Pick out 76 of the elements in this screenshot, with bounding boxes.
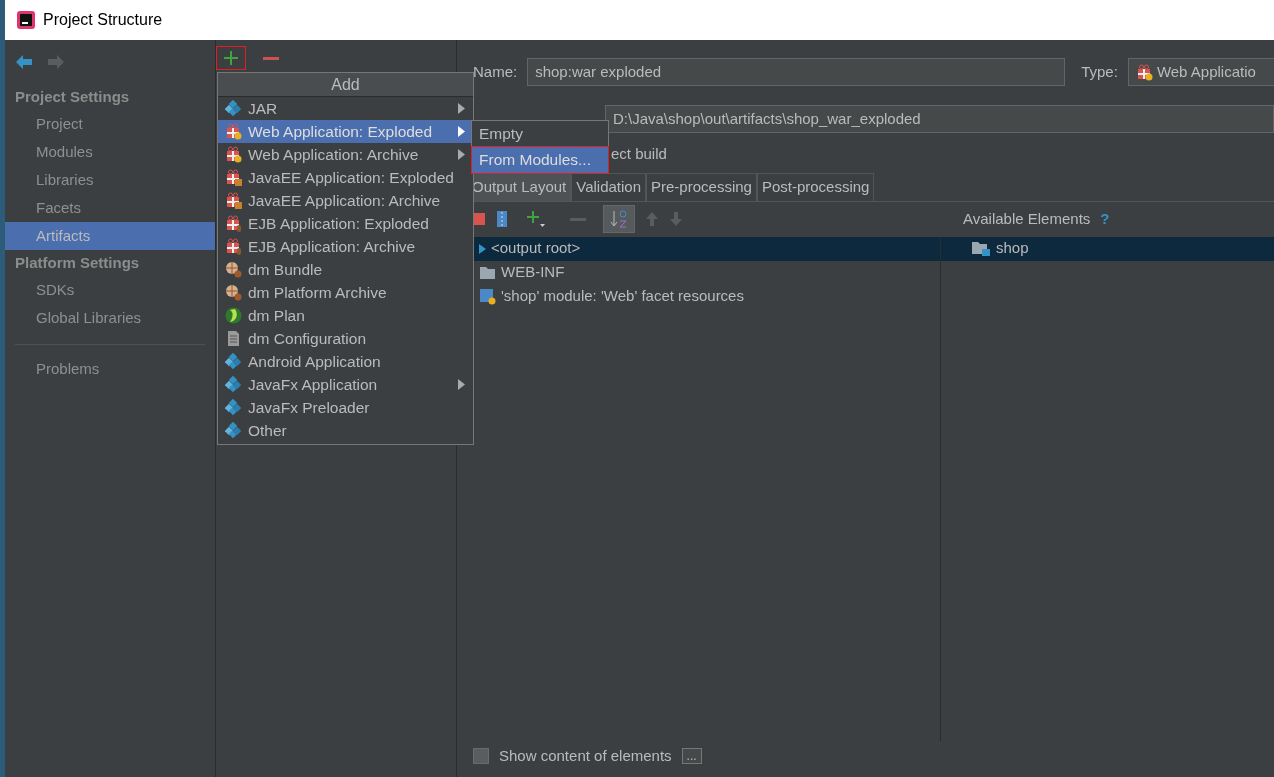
gift-icon [225,215,242,232]
expand-icon [479,243,486,254]
menu-item[interactable]: Web Application: Exploded [218,120,473,143]
sidebar-item[interactable]: Problems [5,355,215,383]
field-label: Type: [1081,61,1118,82]
menu-item[interactable]: EJB Application: Archive [218,235,473,258]
tree-item[interactable]: 'shop' module: 'Web' facet resources [501,285,744,308]
globe-icon [225,307,242,324]
sidebar-item[interactable]: SDKs [5,276,215,304]
section-heading: Project Settings [14,87,131,107]
forward-icon [47,54,65,70]
menu-item[interactable]: dm Plan [218,304,473,327]
tree-item[interactable]: <output root> [491,237,581,260]
more-button[interactable]: ... [681,748,702,764]
sort-button[interactable] [603,205,635,233]
gift-icon [225,192,242,209]
plus-icon [223,50,239,66]
down-icon [669,211,683,227]
help-icon[interactable]: ? [1100,207,1110,231]
checkbox-label: ect build [611,143,667,164]
sidebar-item[interactable]: Facets [5,194,215,222]
sidebar-item[interactable]: Libraries [5,166,215,194]
checkbox-label: Show content of elements [499,745,672,766]
tab[interactable]: Pre-processing [646,173,757,201]
sidebar-item[interactable]: Global Libraries [5,304,215,332]
gift-icon [1135,63,1153,81]
folder-icon [971,240,991,257]
tree-item[interactable]: shop [996,237,1029,260]
minus-icon [263,56,279,60]
menu-item[interactable]: JavaFx Application [218,373,473,396]
menu-item[interactable]: From Modules... [472,147,608,173]
gift-icon [225,123,242,140]
menu-item[interactable]: Empty [472,121,608,147]
document-icon [225,330,242,347]
bundle-icon [225,284,242,301]
sidebar-item[interactable]: Project [5,110,215,138]
archive-icon [495,210,509,228]
module-icon [479,288,496,305]
plus-icon [526,210,546,228]
sort-icon [610,209,628,229]
field-label: Name: [473,61,518,82]
name-field[interactable]: shop:war exploded [527,58,1066,86]
package-icon [225,353,242,370]
app-icon [17,11,35,29]
menu-item[interactable]: dm Configuration [218,327,473,350]
output-directory-field[interactable]: D:\Java\shop\out\artifacts\shop_war_exploded [605,105,1274,133]
add-button[interactable] [216,46,246,70]
menu-item[interactable]: JavaFx Preloader [218,396,473,419]
gift-icon [225,238,242,255]
package-icon [225,422,242,439]
menu-item[interactable]: JAR [218,97,473,120]
menu-item[interactable]: dm Platform Archive [218,281,473,304]
selected-row[interactable]: <output root> [473,236,940,261]
package-icon [225,399,242,416]
bundle-icon [225,261,242,278]
menu-item[interactable]: Android Application [218,350,473,373]
folder-icon [479,265,496,280]
checkbox[interactable] [473,748,489,764]
gift-icon [225,146,242,163]
tree-item[interactable]: WEB-INF [501,261,565,284]
back-icon [15,54,33,70]
window-title: Project Structure [43,10,163,30]
package-icon [225,100,242,117]
sidebar-item[interactable]: Modules [5,138,215,166]
up-icon [645,211,659,227]
package-icon [225,376,242,393]
panel-heading: Available Elements [963,208,1091,229]
menu-item[interactable]: Other [218,419,473,442]
gift-icon [225,169,242,186]
menu-item[interactable]: dm Bundle [218,258,473,281]
type-dropdown[interactable]: Web Applicatio [1127,58,1274,86]
menu-item[interactable]: EJB Application: Exploded [218,212,473,235]
tab[interactable]: Post-processing [756,173,875,201]
dropdown-value: Web Applicatio [1156,61,1256,82]
menu-title: Add [218,73,473,97]
section-heading: Platform Settings [14,253,141,273]
